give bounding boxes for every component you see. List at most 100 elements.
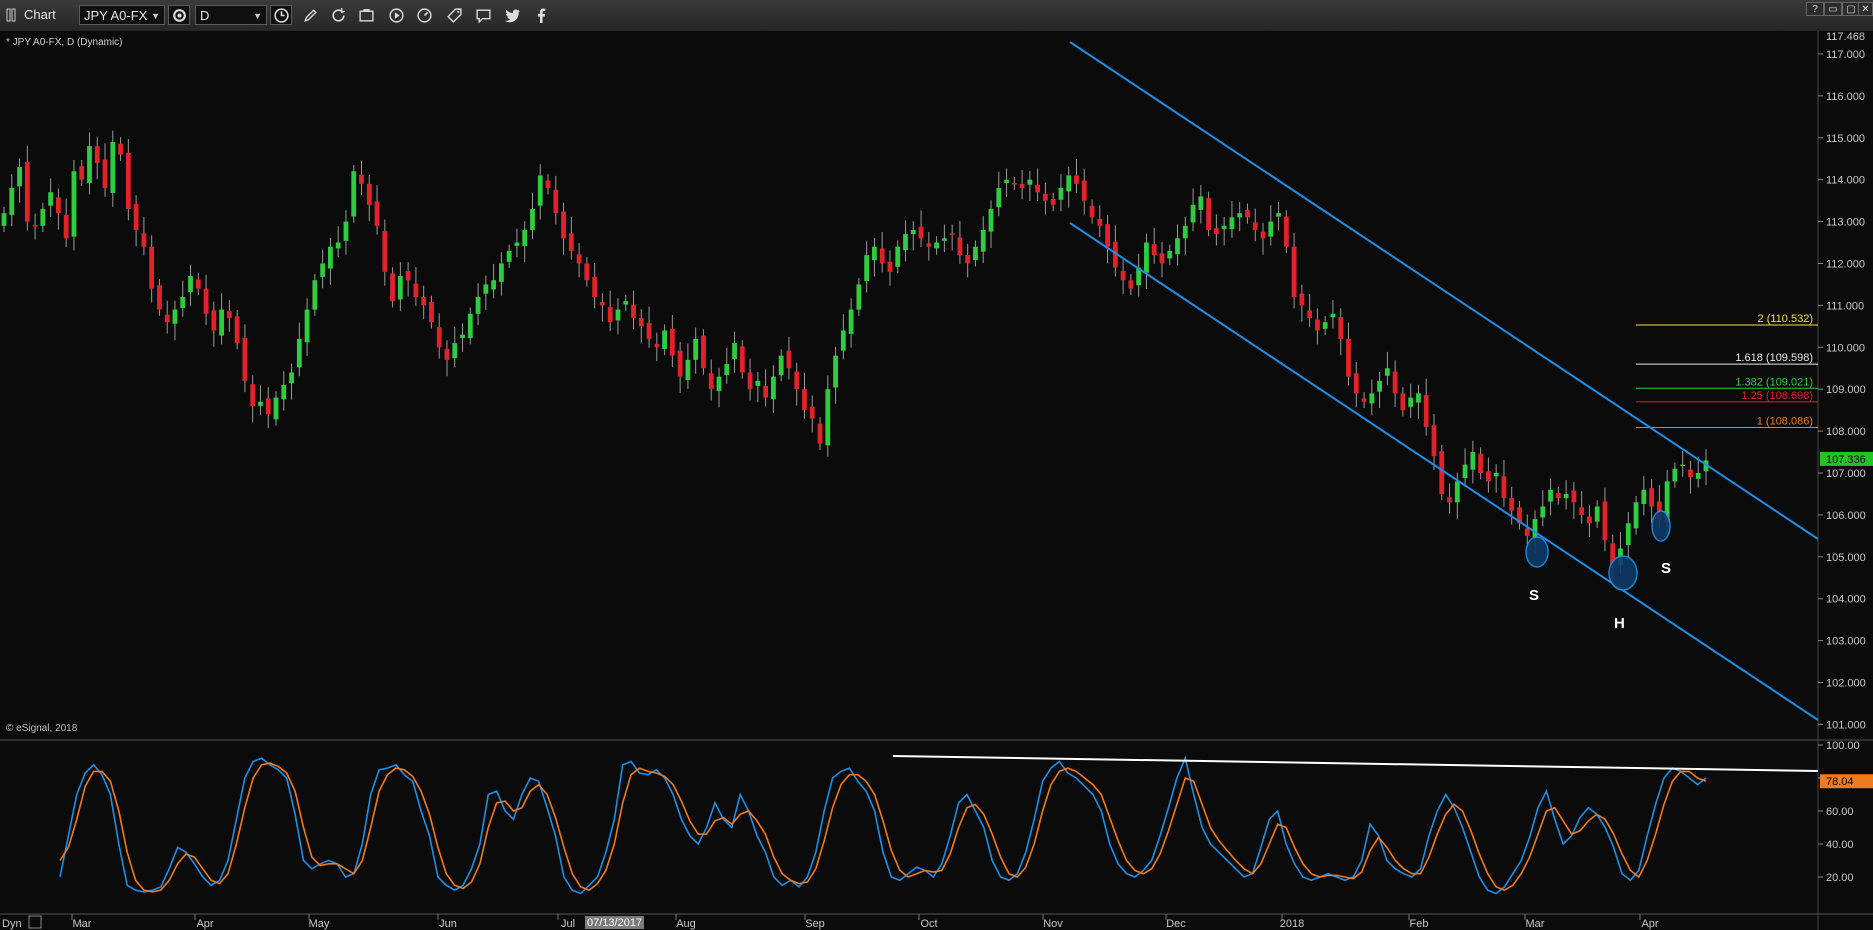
candle-body (1066, 175, 1072, 192)
candle-body (405, 271, 411, 281)
candle-body (87, 146, 92, 184)
tag-icon[interactable] (443, 5, 465, 25)
chart-window-icon[interactable] (6, 5, 20, 25)
candle-body (1011, 183, 1017, 185)
candle-body (444, 348, 450, 360)
candle-body (600, 302, 605, 306)
candle-body (514, 242, 520, 246)
comment-icon[interactable] (472, 5, 494, 25)
candle-body (693, 338, 699, 360)
candle-body (141, 233, 147, 247)
candle-body (1221, 225, 1227, 230)
candle-body (1594, 506, 1600, 522)
candle-body (747, 372, 753, 390)
candle-body (1198, 196, 1204, 210)
refresh-icon[interactable] (327, 5, 349, 25)
candle-body (1571, 490, 1577, 503)
candle-body (1447, 497, 1452, 503)
candle-body (677, 350, 683, 377)
candle-body (802, 389, 807, 411)
candle-body (1369, 393, 1375, 404)
candle-body (879, 248, 885, 264)
candle-body (1175, 238, 1180, 255)
candle-body (382, 230, 388, 272)
candle-body (856, 284, 862, 310)
month-label: Apr (196, 918, 213, 930)
candle-body (522, 229, 528, 246)
candle-body (343, 221, 349, 241)
stochastic-last-label: 78.04 (1826, 776, 1854, 788)
candle-body (763, 385, 769, 398)
candle-body (1159, 253, 1165, 264)
twitter-icon[interactable] (501, 5, 523, 25)
candle-body (1555, 493, 1561, 499)
candle-body (1315, 319, 1320, 331)
price-tick-label: 106.000 (1826, 510, 1866, 522)
candle-body (1190, 204, 1196, 223)
last-price-tag: 107.336 (1820, 451, 1873, 466)
candle-body (1633, 502, 1639, 529)
screenshot-icon[interactable] (355, 5, 377, 25)
candle-body (180, 297, 186, 308)
candle-body (1532, 519, 1538, 538)
candle-body (615, 309, 621, 321)
candle-body (1035, 184, 1041, 193)
help-button[interactable]: ? (1806, 2, 1824, 16)
candle-body (537, 175, 543, 206)
candle-body (195, 279, 201, 289)
pencil-icon[interactable] (299, 5, 321, 25)
month-label: Dec (1166, 918, 1186, 930)
candle-body (436, 327, 442, 348)
candle-body (1213, 228, 1219, 235)
candle-body (1019, 183, 1025, 189)
minimize-button[interactable]: ▭ (1824, 2, 1842, 16)
candle-body (219, 309, 225, 336)
candle-body (1151, 244, 1157, 256)
candle-body (638, 317, 644, 327)
candle-body (926, 243, 932, 247)
candle-body (1206, 198, 1212, 230)
candle-body (669, 328, 675, 356)
price-tick-label: 102.000 (1826, 678, 1866, 690)
month-label: Mar (1526, 918, 1545, 930)
chart-canvas[interactable]: 101.000 102.000 103.000 104.000 105.000 106.0… (0, 31, 1873, 930)
speed-icon[interactable] (413, 5, 435, 25)
candle-body (864, 255, 870, 282)
price-tick-label: 103.000 (1826, 636, 1866, 648)
candle-body (934, 242, 940, 249)
candle-body (1330, 313, 1336, 318)
candle-body (996, 188, 1002, 208)
fib-level-label: 1 (108.086) (1757, 415, 1813, 427)
candle-body (1649, 488, 1655, 507)
candle-body (188, 276, 193, 292)
candle-body (662, 330, 668, 349)
candle-body (654, 343, 660, 348)
candle-body (1105, 224, 1110, 247)
candle-body (203, 288, 209, 314)
candle-body (1097, 219, 1103, 226)
candle-body (258, 401, 263, 406)
candle-body (1431, 425, 1437, 457)
candle-body (872, 246, 877, 261)
month-label: Jun (439, 918, 457, 930)
settings-icon[interactable] (168, 5, 190, 25)
candle-body (17, 167, 22, 187)
candle-body (351, 171, 357, 217)
interval-select[interactable]: D ▼ (195, 5, 267, 25)
facebook-icon[interactable] (530, 5, 552, 25)
candle-body (584, 263, 590, 281)
candle-body (429, 302, 434, 323)
symbol-select[interactable]: JPY A0-FX ▼ (79, 5, 165, 25)
price-tick-label: 115.000 (1826, 133, 1865, 145)
chevron-down-icon: ▼ (253, 11, 262, 21)
candle-body (1167, 250, 1173, 259)
candle-body (1299, 293, 1305, 306)
price-tick-label: 117.000 (1826, 49, 1865, 61)
clock-icon[interactable] (270, 5, 292, 25)
candle-body (9, 188, 15, 215)
candle-body (724, 364, 730, 375)
copyright-label: © eSignal, 2018 (6, 723, 78, 734)
play-icon[interactable] (385, 5, 407, 25)
close-button[interactable]: ✕ (1858, 2, 1873, 16)
candle-body (1346, 338, 1351, 377)
